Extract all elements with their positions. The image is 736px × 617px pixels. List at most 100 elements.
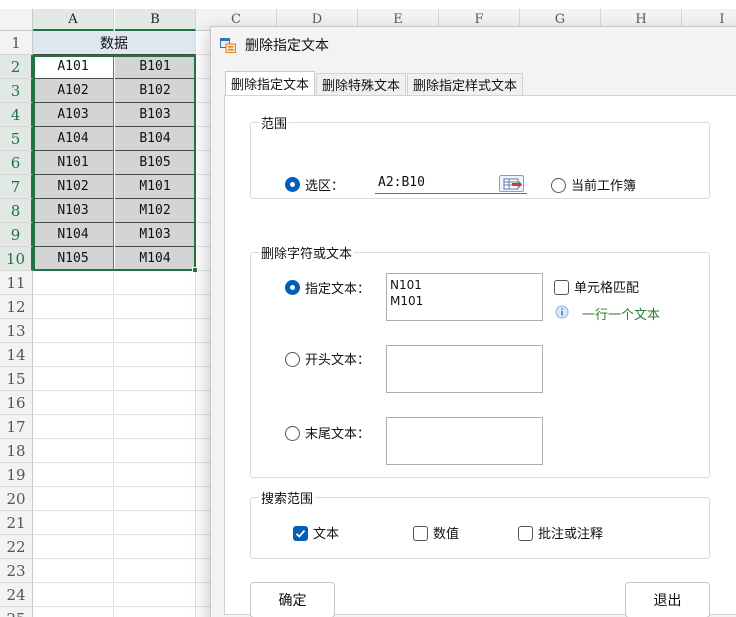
info-icon <box>555 305 569 319</box>
workbook-radio[interactable] <box>551 178 566 193</box>
row-header[interactable]: 5 <box>0 127 33 151</box>
exit-button[interactable]: 退出 <box>625 582 710 617</box>
row-header[interactable]: 4 <box>0 103 33 127</box>
text-checkbox[interactable] <box>293 526 308 541</box>
row-header[interactable]: 11 <box>0 271 33 295</box>
row-header[interactable]: 21 <box>0 511 33 535</box>
data-cell[interactable]: M102 <box>115 199 196 223</box>
data-cell[interactable]: M104 <box>115 247 196 271</box>
empty-cell[interactable] <box>115 343 196 367</box>
row-header[interactable]: 12 <box>0 295 33 319</box>
prefix-text-field[interactable] <box>386 345 543 393</box>
empty-cell[interactable] <box>33 319 114 343</box>
data-cell[interactable]: B102 <box>115 79 196 103</box>
row-header[interactable]: 13 <box>0 319 33 343</box>
suffix-text-value <box>387 418 542 421</box>
data-cell[interactable]: A103 <box>33 103 114 127</box>
data-cell[interactable]: M103 <box>115 223 196 247</box>
empty-cell[interactable] <box>115 511 196 535</box>
row-header[interactable]: 18 <box>0 439 33 463</box>
empty-cell[interactable] <box>115 559 196 583</box>
selection-radio[interactable] <box>285 177 300 192</box>
number-checkbox[interactable] <box>413 526 428 541</box>
row-header[interactable]: 2 <box>0 55 33 79</box>
empty-cell[interactable] <box>115 367 196 391</box>
empty-cell[interactable] <box>115 415 196 439</box>
empty-cell[interactable] <box>33 559 114 583</box>
tab-delete-specified-text[interactable]: 删除指定文本 <box>225 71 316 95</box>
empty-cell[interactable] <box>33 439 114 463</box>
range-select-icon[interactable] <box>499 175 524 192</box>
row-header[interactable]: 7 <box>0 175 33 199</box>
row-header[interactable]: 15 <box>0 367 33 391</box>
ok-button[interactable]: 确定 <box>250 582 335 617</box>
header-cell[interactable]: 数据 <box>33 31 196 55</box>
workbook-label: 当前工作簿 <box>571 179 637 194</box>
fill-handle[interactable] <box>192 267 198 273</box>
row-header[interactable]: 20 <box>0 487 33 511</box>
data-cell[interactable]: A101 <box>33 55 114 79</box>
empty-cell[interactable] <box>115 583 196 607</box>
data-cell[interactable]: B105 <box>115 151 196 175</box>
data-cell[interactable]: N104 <box>33 223 114 247</box>
row-header[interactable]: 25 <box>0 607 33 617</box>
empty-cell[interactable] <box>33 295 114 319</box>
empty-cell[interactable] <box>33 343 114 367</box>
empty-cell[interactable] <box>33 511 114 535</box>
data-cell[interactable]: B101 <box>115 55 196 79</box>
empty-cell[interactable] <box>115 487 196 511</box>
empty-cell[interactable] <box>115 535 196 559</box>
comment-checkbox[interactable] <box>518 526 533 541</box>
tab-delete-special-text[interactable]: 删除特殊文本 <box>316 73 407 95</box>
suffix-text-field[interactable] <box>386 417 543 465</box>
data-cell[interactable]: B103 <box>115 103 196 127</box>
empty-cell[interactable] <box>33 415 114 439</box>
suffix-text-radio[interactable] <box>285 426 300 441</box>
data-cell[interactable]: N102 <box>33 175 114 199</box>
empty-cell[interactable] <box>115 607 196 617</box>
empty-cell[interactable] <box>115 295 196 319</box>
specified-text-radio[interactable] <box>285 280 300 295</box>
row-header[interactable]: 24 <box>0 583 33 607</box>
empty-cell[interactable] <box>33 487 114 511</box>
empty-cell[interactable] <box>115 439 196 463</box>
row-header[interactable]: 6 <box>0 151 33 175</box>
dialog-titlebar[interactable]: 删除指定文本 <box>211 27 736 61</box>
empty-cell[interactable] <box>115 319 196 343</box>
row-header[interactable]: 10 <box>0 247 33 271</box>
prefix-text-radio[interactable] <box>285 352 300 367</box>
select-all-corner[interactable] <box>0 9 33 31</box>
row-header[interactable]: 8 <box>0 199 33 223</box>
row-header[interactable]: 14 <box>0 343 33 367</box>
row-header[interactable]: 17 <box>0 415 33 439</box>
column-header[interactable]: A <box>33 9 114 31</box>
row-header[interactable]: 1 <box>0 31 33 55</box>
row-header[interactable]: 16 <box>0 391 33 415</box>
empty-cell[interactable] <box>33 271 114 295</box>
data-cell[interactable]: A102 <box>33 79 114 103</box>
row-header[interactable]: 19 <box>0 463 33 487</box>
data-cell[interactable]: B104 <box>115 127 196 151</box>
empty-cell[interactable] <box>115 271 196 295</box>
empty-cell[interactable] <box>33 607 114 617</box>
tab-delete-styled-text[interactable]: 删除指定样式文本 <box>407 73 524 95</box>
data-cell[interactable]: N103 <box>33 199 114 223</box>
row-header[interactable]: 23 <box>0 559 33 583</box>
data-cell[interactable]: M101 <box>115 175 196 199</box>
empty-cell[interactable] <box>33 463 114 487</box>
data-cell[interactable]: A104 <box>33 127 114 151</box>
row-header[interactable]: 9 <box>0 223 33 247</box>
empty-cell[interactable] <box>115 391 196 415</box>
data-cell[interactable]: N101 <box>33 151 114 175</box>
empty-cell[interactable] <box>33 535 114 559</box>
data-cell[interactable]: N105 <box>33 247 114 271</box>
row-header[interactable]: 22 <box>0 535 33 559</box>
specified-text-field[interactable]: N101 M101 <box>386 273 543 321</box>
column-header[interactable]: B <box>115 9 196 31</box>
row-header[interactable]: 3 <box>0 79 33 103</box>
empty-cell[interactable] <box>115 463 196 487</box>
empty-cell[interactable] <box>33 367 114 391</box>
empty-cell[interactable] <box>33 391 114 415</box>
cell-match-checkbox[interactable] <box>554 280 569 295</box>
empty-cell[interactable] <box>33 583 114 607</box>
